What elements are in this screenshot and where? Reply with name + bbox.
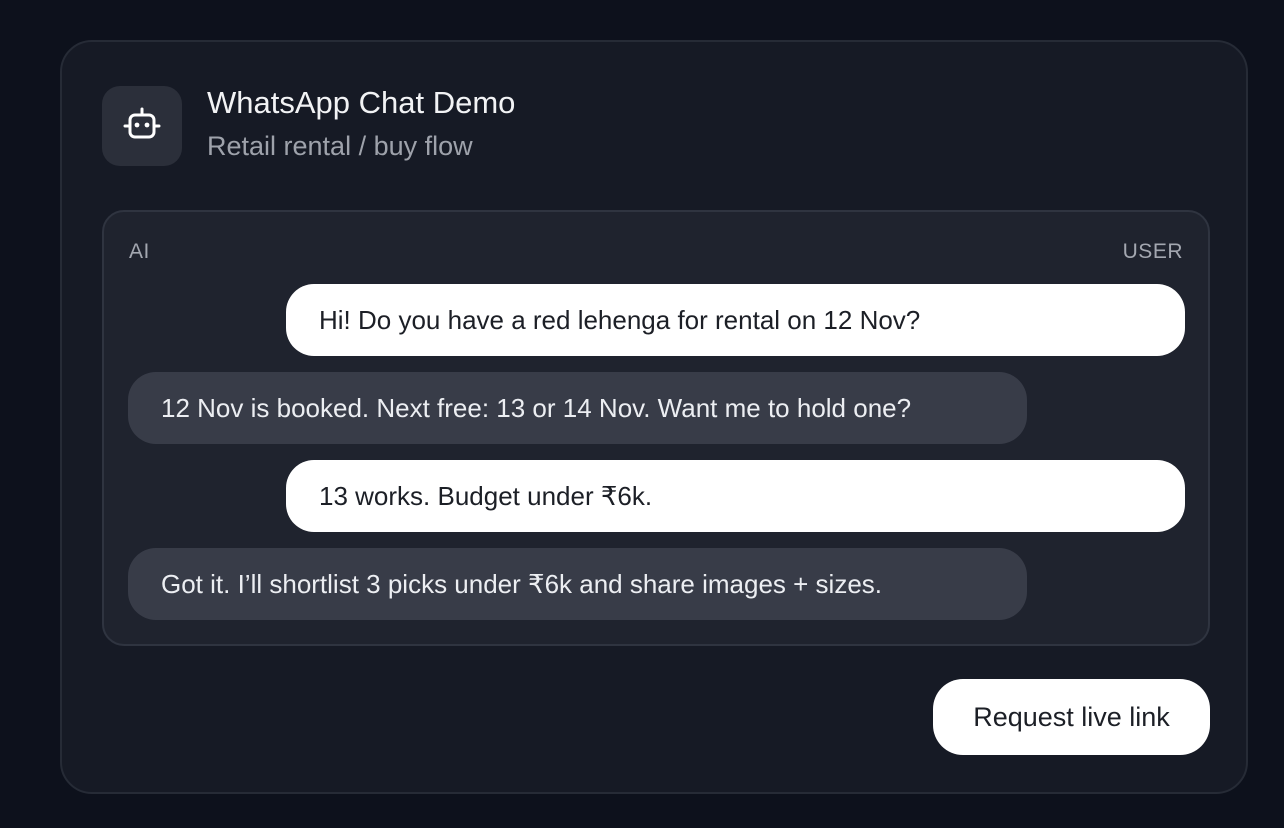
user-message-bubble: Hi! Do you have a red lehenga for rental… [286, 284, 1185, 356]
ai-message-bubble: Got it. I’ll shortlist 3 picks under ₹6k… [128, 548, 1027, 620]
demo-card: WhatsApp Chat Demo Retail rental / buy f… [60, 40, 1248, 794]
robot-icon [123, 107, 161, 146]
user-column-label: USER [1122, 240, 1183, 263]
page-subtitle: Retail rental / buy flow [207, 130, 473, 161]
bot-avatar [102, 86, 182, 166]
user-message-bubble: 13 works. Budget under ₹6k. [286, 460, 1185, 532]
card-header: WhatsApp Chat Demo Retail rental / buy f… [102, 85, 515, 166]
page-title: WhatsApp Chat Demo [207, 84, 516, 120]
ai-column-label: AI [129, 240, 150, 263]
request-live-link-button[interactable]: Request live link [933, 679, 1210, 755]
ai-message-bubble: 12 Nov is booked. Next free: 13 or 14 No… [128, 372, 1027, 444]
header-titles: WhatsApp Chat Demo Retail rental / buy f… [207, 85, 515, 164]
chat-window: AI USER Hi! Do you have a red lehenga fo… [102, 210, 1210, 646]
